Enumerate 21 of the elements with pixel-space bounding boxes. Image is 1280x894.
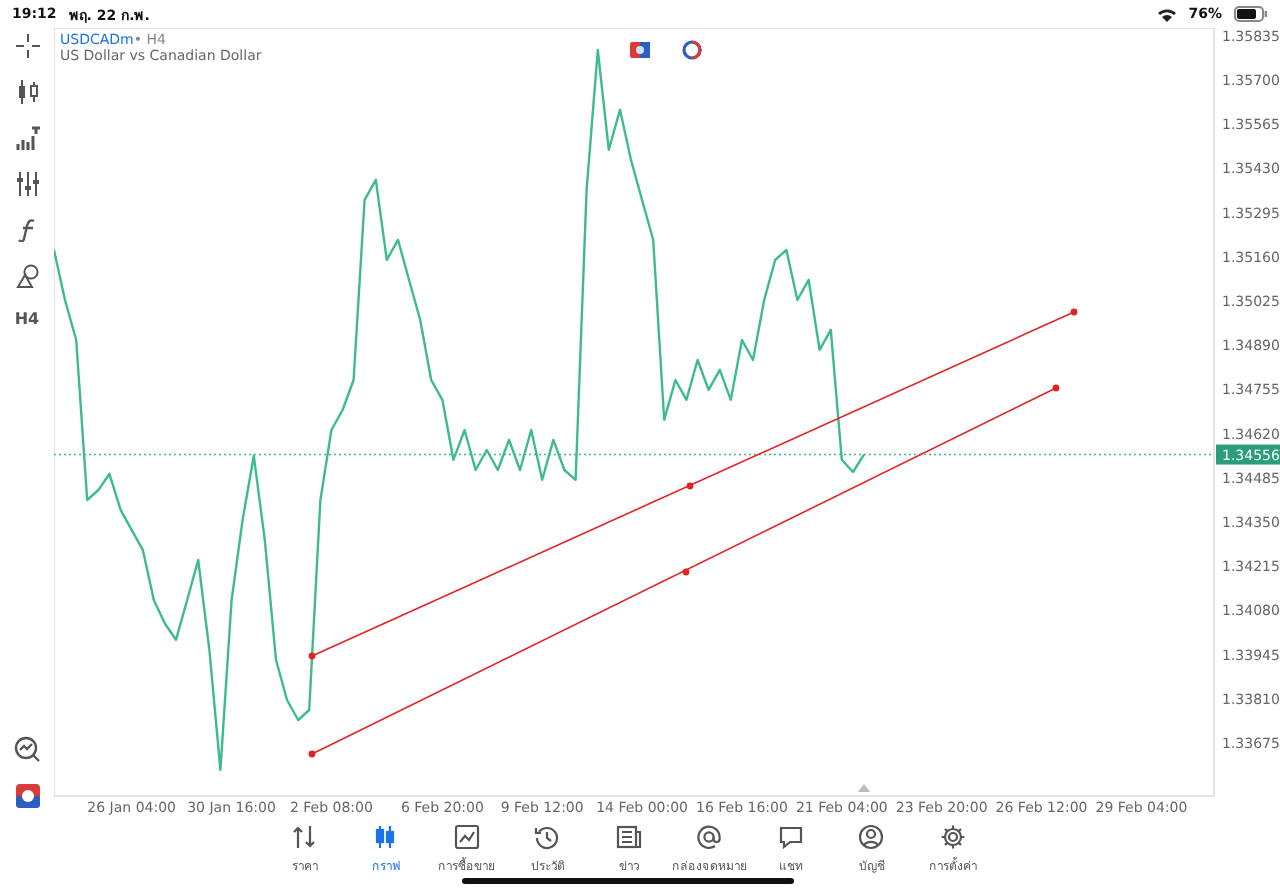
app-logo-icon[interactable] (15, 784, 39, 808)
chat-icon (777, 824, 804, 850)
timeframe-button[interactable]: H4 (14, 310, 40, 328)
scroll-marker-icon[interactable] (858, 784, 870, 792)
shapes-icon[interactable] (15, 264, 39, 288)
function-icon[interactable] (15, 218, 39, 242)
at-sign-icon (696, 824, 723, 850)
battery-icon (1234, 6, 1268, 22)
wifi-icon (1158, 7, 1177, 21)
history-icon (534, 824, 561, 850)
settings-icon (939, 824, 966, 850)
sliders-icon[interactable] (15, 172, 39, 196)
candlestick-icon[interactable] (15, 80, 39, 104)
crosshair-icon[interactable] (15, 34, 39, 58)
sort-arrows-icon (291, 824, 318, 850)
chart-search-icon[interactable] (14, 736, 40, 762)
indicators-icon[interactable] (15, 126, 39, 150)
news-icon (615, 824, 642, 850)
line-chart-icon (453, 824, 480, 850)
candlestick-icon (372, 824, 399, 850)
account-icon (858, 824, 885, 850)
